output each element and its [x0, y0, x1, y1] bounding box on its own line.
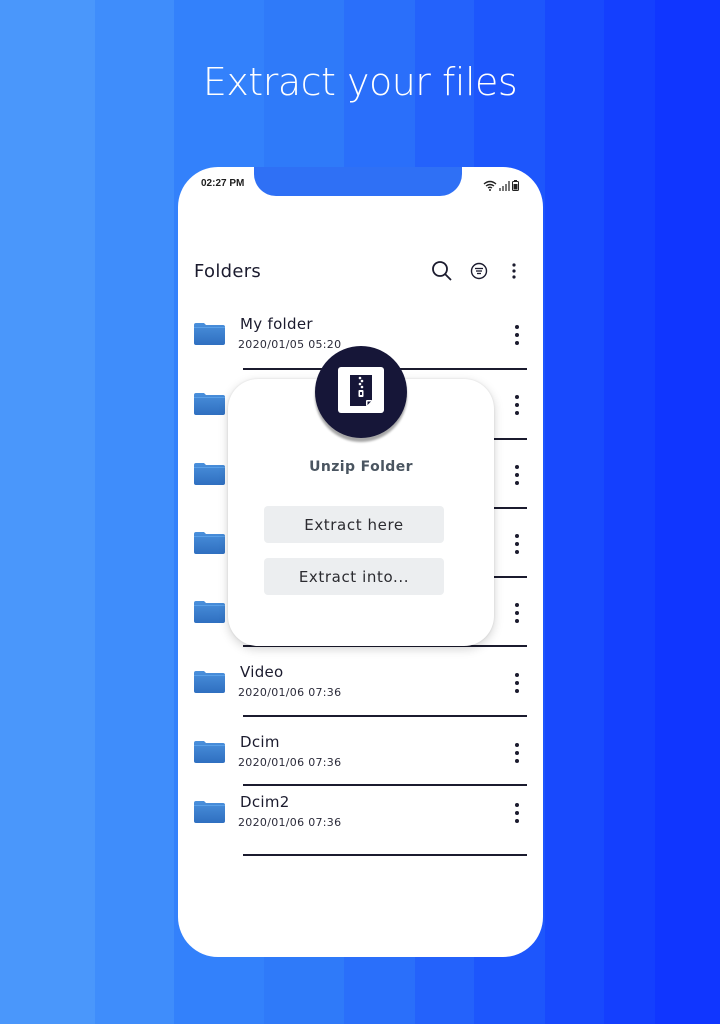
folder-name: Dcim [240, 733, 280, 751]
folder-row[interactable]: Dcim2 2020/01/06 07:36 [178, 785, 543, 855]
row-divider [243, 854, 527, 856]
dot [515, 619, 519, 623]
more-vert-icon [515, 534, 519, 538]
folder-name: Dcim2 [240, 793, 290, 811]
dialog-badge [315, 346, 407, 438]
dot [515, 550, 519, 554]
phone-notch [254, 167, 462, 196]
folder-icon [194, 601, 225, 623]
more-vert-icon [515, 603, 519, 607]
row-divider [243, 715, 527, 717]
more-vert-icon [515, 395, 519, 399]
filter-button[interactable] [467, 261, 491, 285]
background-stripe [0, 0, 95, 1024]
background-stripe [655, 0, 720, 1024]
filter-icon [470, 262, 488, 284]
folder-name: My folder [240, 315, 313, 333]
dot [515, 811, 519, 815]
folder-icon [194, 801, 225, 823]
toolbar: Folders [194, 259, 527, 287]
zip-file-icon [338, 367, 384, 417]
folder-menu-button[interactable] [509, 463, 525, 487]
more-vert-icon [515, 673, 519, 677]
dialog-title: Unzip Folder [309, 459, 413, 475]
search-icon [431, 260, 453, 286]
folder-icon [194, 741, 225, 763]
folder-icon [194, 393, 225, 415]
dot [515, 689, 519, 693]
dot [515, 341, 519, 345]
background-stripe [604, 0, 655, 1024]
extract-into-button[interactable]: Extract into... [264, 558, 444, 595]
folder-date: 2020/01/06 07:36 [238, 756, 342, 769]
more-vert-icon [515, 325, 519, 329]
folder-icon [194, 463, 225, 485]
wifi-icon [483, 176, 497, 195]
signal-icon [499, 176, 510, 195]
folder-icon [194, 323, 225, 345]
status-icons [483, 176, 519, 195]
dot [515, 681, 519, 685]
dot [515, 403, 519, 407]
folder-date: 2020/01/06 07:36 [238, 816, 342, 829]
dot [515, 759, 519, 763]
more-vert-icon [515, 465, 519, 469]
more-vert-icon [511, 262, 517, 284]
folder-menu-button[interactable] [509, 801, 525, 825]
more-options-button[interactable] [502, 261, 526, 285]
folder-menu-button[interactable] [509, 323, 525, 347]
status-time: 02:27 PM [201, 178, 245, 189]
folder-date: 2020/01/06 07:36 [238, 686, 342, 699]
folder-icon [194, 532, 225, 554]
more-vert-icon [515, 803, 519, 807]
dot [515, 819, 519, 823]
headline: Extract your files [202, 60, 518, 104]
dot [515, 611, 519, 615]
folder-menu-button[interactable] [509, 393, 525, 417]
folder-menu-button[interactable] [509, 601, 525, 625]
page-title: Folders [194, 261, 262, 282]
search-button[interactable] [430, 261, 454, 285]
dot [515, 333, 519, 337]
dot [515, 751, 519, 755]
folder-menu-button[interactable] [509, 532, 525, 556]
battery-icon [512, 176, 519, 195]
folder-name: Video [240, 663, 284, 681]
dot [515, 542, 519, 546]
folder-menu-button[interactable] [509, 741, 525, 765]
more-vert-icon [515, 743, 519, 747]
folder-menu-button[interactable] [509, 671, 525, 695]
folder-date: 2020/01/05 05:20 [238, 338, 342, 351]
dot [515, 411, 519, 415]
background-stripe [95, 0, 174, 1024]
extract-here-button[interactable]: Extract here [264, 506, 444, 543]
folder-icon [194, 671, 225, 693]
dot [515, 473, 519, 477]
background-stripe [545, 0, 604, 1024]
dot [515, 481, 519, 485]
